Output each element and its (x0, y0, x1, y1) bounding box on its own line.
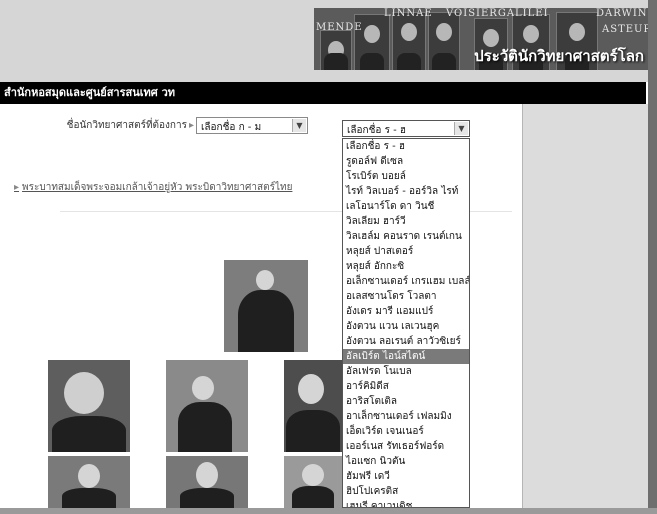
banner-name: MENDE (316, 22, 363, 33)
select-value: เลือกชื่อ ก - ม (201, 122, 262, 133)
link-king-rama4[interactable]: ▸ พระบาทสมเด็จพระจอมเกล้าเจ้าอยู่หัว พระบ… (14, 180, 292, 195)
photo-king-rama4[interactable] (224, 260, 308, 352)
dropdown-option[interactable]: เออร์เนส รัทเธอร์ฟอร์ด (343, 439, 469, 454)
select-name-ro-ho[interactable]: เลือกชื่อ ร - ฮ ▼ (342, 120, 470, 137)
dropdown-option[interactable]: ฮัมฟรี เดวี (343, 469, 469, 484)
dropdown-option[interactable]: อเล็กซานเดอร์ เกรแฮม เบลล์ (343, 274, 469, 289)
dropdown-option[interactable]: อาร์คิมิดีส (343, 379, 469, 394)
window-edge (0, 508, 657, 514)
dropdown-option[interactable]: หลุยส์ อักกะซิ (343, 259, 469, 274)
site-title: สำนักหอสมุดและศูนย์สารสนเทศ วท (0, 82, 646, 104)
filter-label-text: ชื่อนักวิทยาศาสตร์ที่ต้องการ (66, 120, 187, 131)
dropdown-option[interactable]: อาเล็กซานเดอร์ เฟลมมิง (343, 409, 469, 424)
window-edge (648, 0, 657, 514)
dropdown-option[interactable]: ฮิปโปเครติส (343, 484, 469, 499)
photo-pasteur[interactable] (166, 360, 248, 452)
dropdown-option[interactable]: เฮนรี คาเวนดิช (343, 499, 469, 507)
dropdown-option[interactable]: อัลเบิร์ต ไอน์สไตน์ (343, 349, 469, 364)
dropdown-option[interactable]: โรเบิร์ต บอยล์ (343, 169, 469, 184)
dropdown-option[interactable]: อเลสซานโดร โวลตา (343, 289, 469, 304)
photo-lavoisier[interactable] (48, 456, 130, 508)
banner-name: DARWIN (596, 8, 648, 19)
dropdown-option[interactable]: รูดอล์ฟ ดีเซล (343, 154, 469, 169)
link-text: พระบาทสมเด็จพระจอมเกล้าเจ้าอยู่หัว พระบิ… (22, 182, 293, 193)
select-name-ko-mo[interactable]: เลือกชื่อ ก - ม ▼ (196, 117, 308, 134)
dropdown-option[interactable]: หลุยส์ ปาสเตอร์ (343, 244, 469, 259)
select-value: เลือกชื่อ ร - ฮ (347, 125, 407, 136)
header: LINNAE VOISIERGALILEI DARWIN MENDE ASTEU… (0, 0, 648, 82)
banner-name: VOISIERGALILEI (446, 8, 549, 19)
banner-name: LINNAE (384, 8, 433, 19)
dropdown-option[interactable]: อังตวน ลอเรนต์ ลาวัวซิเยร์ (343, 334, 469, 349)
dropdown-option[interactable]: อัลเฟรด โนเบล (343, 364, 469, 379)
photo-einstein[interactable] (48, 360, 130, 452)
dropdown-option[interactable]: ไรท์ วิลเบอร์ - ออร์วิล ไรท์ (343, 184, 469, 199)
right-column (522, 104, 649, 508)
dropdown-option[interactable]: อังเดร มารี แอมแปร์ (343, 304, 469, 319)
dropdown-option[interactable]: เลโอนาร์โด ดา วินชี (343, 199, 469, 214)
photo-newton[interactable] (166, 456, 248, 508)
photo-archimedes[interactable] (284, 456, 342, 508)
arrow-right-icon: ▸ (188, 120, 194, 131)
banner-tagline: ประวัตินักวิทยาศาสตร์โลก (474, 47, 644, 65)
dropdown-option[interactable]: ไอแซก นิวตัน (343, 454, 469, 469)
banner-name: ASTEUR (602, 24, 648, 35)
portrait-galileo (428, 12, 460, 70)
dropdown-option[interactable]: เอ็ดเวิร์ด เจนเนอร์ (343, 424, 469, 439)
portrait-lavoisier (392, 12, 426, 70)
chevron-down-icon[interactable]: ▼ (292, 119, 306, 132)
portrait-mendel (320, 30, 352, 70)
chevron-down-icon[interactable]: ▼ (454, 122, 468, 135)
filter-label: ชื่อนักวิทยาศาสตร์ที่ต้องการ ▸ (58, 118, 194, 133)
photo-bell[interactable] (284, 360, 342, 452)
banner: LINNAE VOISIERGALILEI DARWIN MENDE ASTEU… (314, 8, 648, 70)
dropdown-option[interactable]: วิลเลียม ฮาร์วี (343, 214, 469, 229)
dropdown-list[interactable]: เลือกชื่อ ร - ฮรูดอล์ฟ ดีเซล โรเบิร์ต บอย… (342, 138, 470, 508)
dropdown-option[interactable]: อาริสโตเติล (343, 394, 469, 409)
dropdown-option[interactable]: อังตวน แวน เลเวนฮุค (343, 319, 469, 334)
arrow-right-icon: ▸ (14, 182, 20, 193)
dropdown-option[interactable]: เลือกชื่อ ร - ฮ (343, 139, 469, 154)
page-frame: LINNAE VOISIERGALILEI DARWIN MENDE ASTEU… (0, 0, 649, 508)
dropdown-option[interactable]: วิลเฮล์ม คอนราด เรนต์เกน (343, 229, 469, 244)
